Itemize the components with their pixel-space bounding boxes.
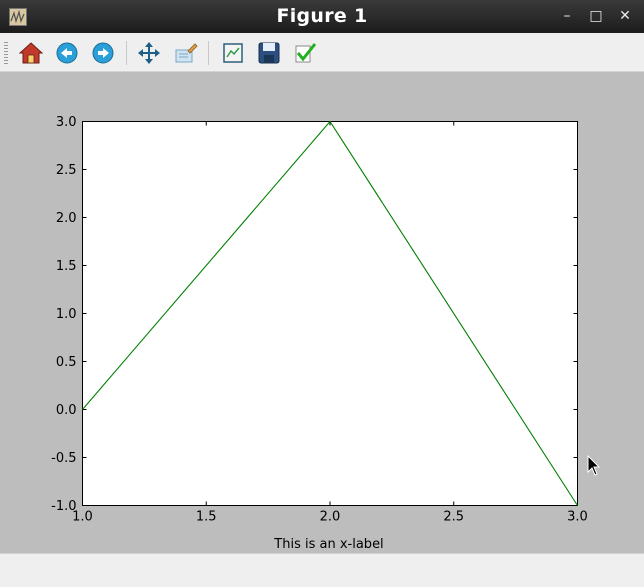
y-tick-label: 0.5: [56, 355, 77, 370]
back-arrow-icon: [56, 42, 78, 64]
figure-canvas[interactable]: 1.0 1.5 2.0 2.5 3.0-1.0-0.50.00.51.01.52.02.…: [0, 72, 644, 552]
y-tick-label: 1.0: [56, 307, 77, 322]
x-axis-label: This is an x-label: [273, 537, 383, 552]
pan-icon: [138, 42, 160, 64]
y-tick-label: -1.0: [51, 499, 76, 514]
x-tick-label: 1.5: [196, 510, 217, 525]
maximize-button[interactable]: □: [586, 6, 606, 26]
save-button[interactable]: [255, 39, 283, 67]
edit-button[interactable]: [291, 39, 319, 67]
home-icon: [19, 42, 43, 64]
edit-checkmark-icon: [295, 43, 317, 63]
status-bar: [0, 553, 644, 587]
y-tick-label: 1.5: [56, 259, 77, 274]
configure-subplots-button[interactable]: [219, 39, 247, 67]
zoom-button[interactable]: [172, 39, 200, 67]
back-button[interactable]: [53, 39, 81, 67]
mouse-cursor-icon: [587, 455, 601, 476]
close-button[interactable]: ✕: [615, 6, 635, 26]
save-icon: [258, 42, 280, 64]
y-tick-label: -0.5: [51, 451, 76, 466]
toolbar-separator: [208, 41, 209, 65]
forward-button[interactable]: [89, 39, 117, 67]
y-tick-label: 2.5: [56, 163, 77, 178]
y-tick-label: 0.0: [56, 403, 77, 418]
minimize-button[interactable]: –: [557, 6, 577, 26]
toolbar: [0, 33, 644, 72]
x-tick-label: 2.5: [443, 510, 464, 525]
window-title: Figure 1: [276, 5, 368, 27]
zoom-icon: [175, 43, 198, 63]
toolbar-separator: [126, 41, 127, 65]
y-tick-label: 2.0: [56, 211, 77, 226]
title-bar: Figure 1 – □ ✕: [0, 0, 644, 33]
axes-frame: [82, 121, 578, 506]
home-button[interactable]: [17, 39, 45, 67]
forward-arrow-icon: [92, 42, 114, 64]
toolbar-grip[interactable]: [4, 42, 8, 64]
x-tick-label: 3.0: [567, 510, 588, 525]
x-tick-label: 2.0: [320, 510, 341, 525]
pan-button[interactable]: [135, 39, 163, 67]
y-tick-label: 3.0: [56, 115, 77, 130]
configure-subplots-icon: [223, 43, 243, 63]
